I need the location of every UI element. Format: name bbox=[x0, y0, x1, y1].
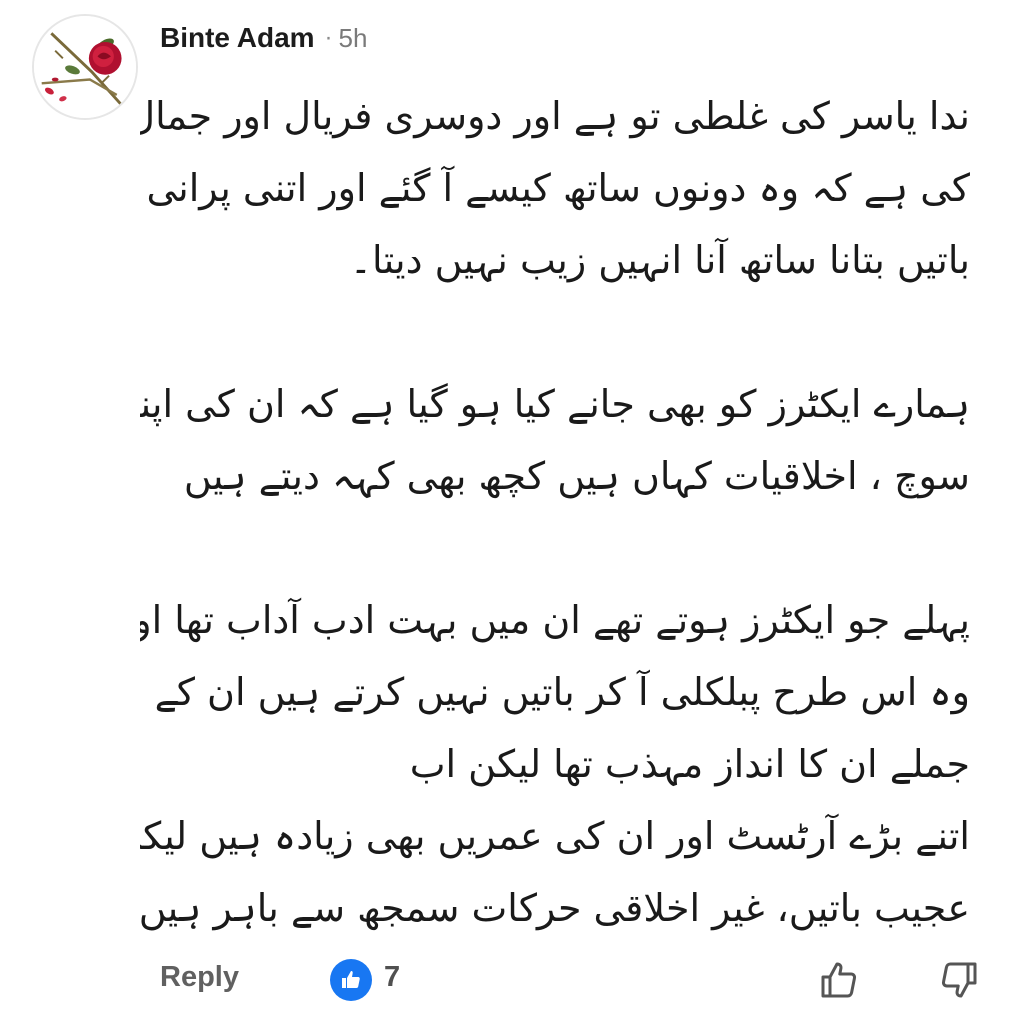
comment-line: ندا یاسر کی غلطی تو ہے اور دوسری فریال ا… bbox=[140, 94, 970, 138]
comment-line: عجیب باتیں، غیر اخلاقی حرکات سمجھ سے باہ… bbox=[140, 886, 970, 930]
comment-line: وہ اس طرح پبلکلی آ کر باتیں نہیں کرتے ہی… bbox=[154, 670, 970, 714]
thumbs-up-outline-icon bbox=[821, 962, 857, 998]
comment-text: ندا یاسر کی غلطی تو ہے اور دوسری فریال ا… bbox=[140, 80, 970, 944]
author-name[interactable]: Binte Adam bbox=[160, 22, 315, 54]
comment-line: ہمارے ایکٹرز کو بھی جانے کیا ہو گیا ہے ک… bbox=[140, 382, 970, 426]
comment-line: باتیں بتانا ساتھ آنا انہیں زیب نہیں دیتا… bbox=[349, 238, 970, 282]
comment-footer: Reply 7 bbox=[160, 955, 990, 1009]
timestamp[interactable]: 5h bbox=[339, 23, 368, 54]
meta-separator: · bbox=[324, 24, 333, 51]
comment-line: کی ہے کہ وہ دونوں ساتھ کیسے آ گئے اور ات… bbox=[146, 166, 970, 210]
comment-blank-line bbox=[140, 296, 970, 368]
comment-line: پہلے جو ایکٹرز ہوتے تھے ان میں بہت ادب آ… bbox=[140, 598, 970, 642]
upvote-button[interactable] bbox=[816, 955, 864, 1005]
avatar[interactable] bbox=[32, 14, 138, 120]
comment-line: سوچ ، اخلاقیات کہاں ہیں کچھ بھی کہہ دیتے… bbox=[183, 454, 970, 498]
thumbs-up-icon bbox=[342, 971, 360, 988]
downvote-button[interactable] bbox=[934, 955, 982, 1005]
comment-line: اتنے بڑے آرٹسٹ اور ان کی عمریں بھی زیادہ… bbox=[140, 814, 970, 858]
rose-avatar-image bbox=[34, 16, 136, 118]
like-reaction-badge[interactable] bbox=[330, 959, 372, 1001]
reply-button[interactable]: Reply bbox=[160, 961, 239, 994]
thumbs-down-outline-icon bbox=[941, 962, 977, 998]
comment-blank-line bbox=[140, 512, 970, 584]
comment-line: جملے ان کا انداز مہذب تھا لیکن اب bbox=[409, 742, 970, 786]
like-count[interactable]: 7 bbox=[384, 961, 400, 994]
comment-header: Binte Adam · 5h bbox=[160, 18, 367, 58]
